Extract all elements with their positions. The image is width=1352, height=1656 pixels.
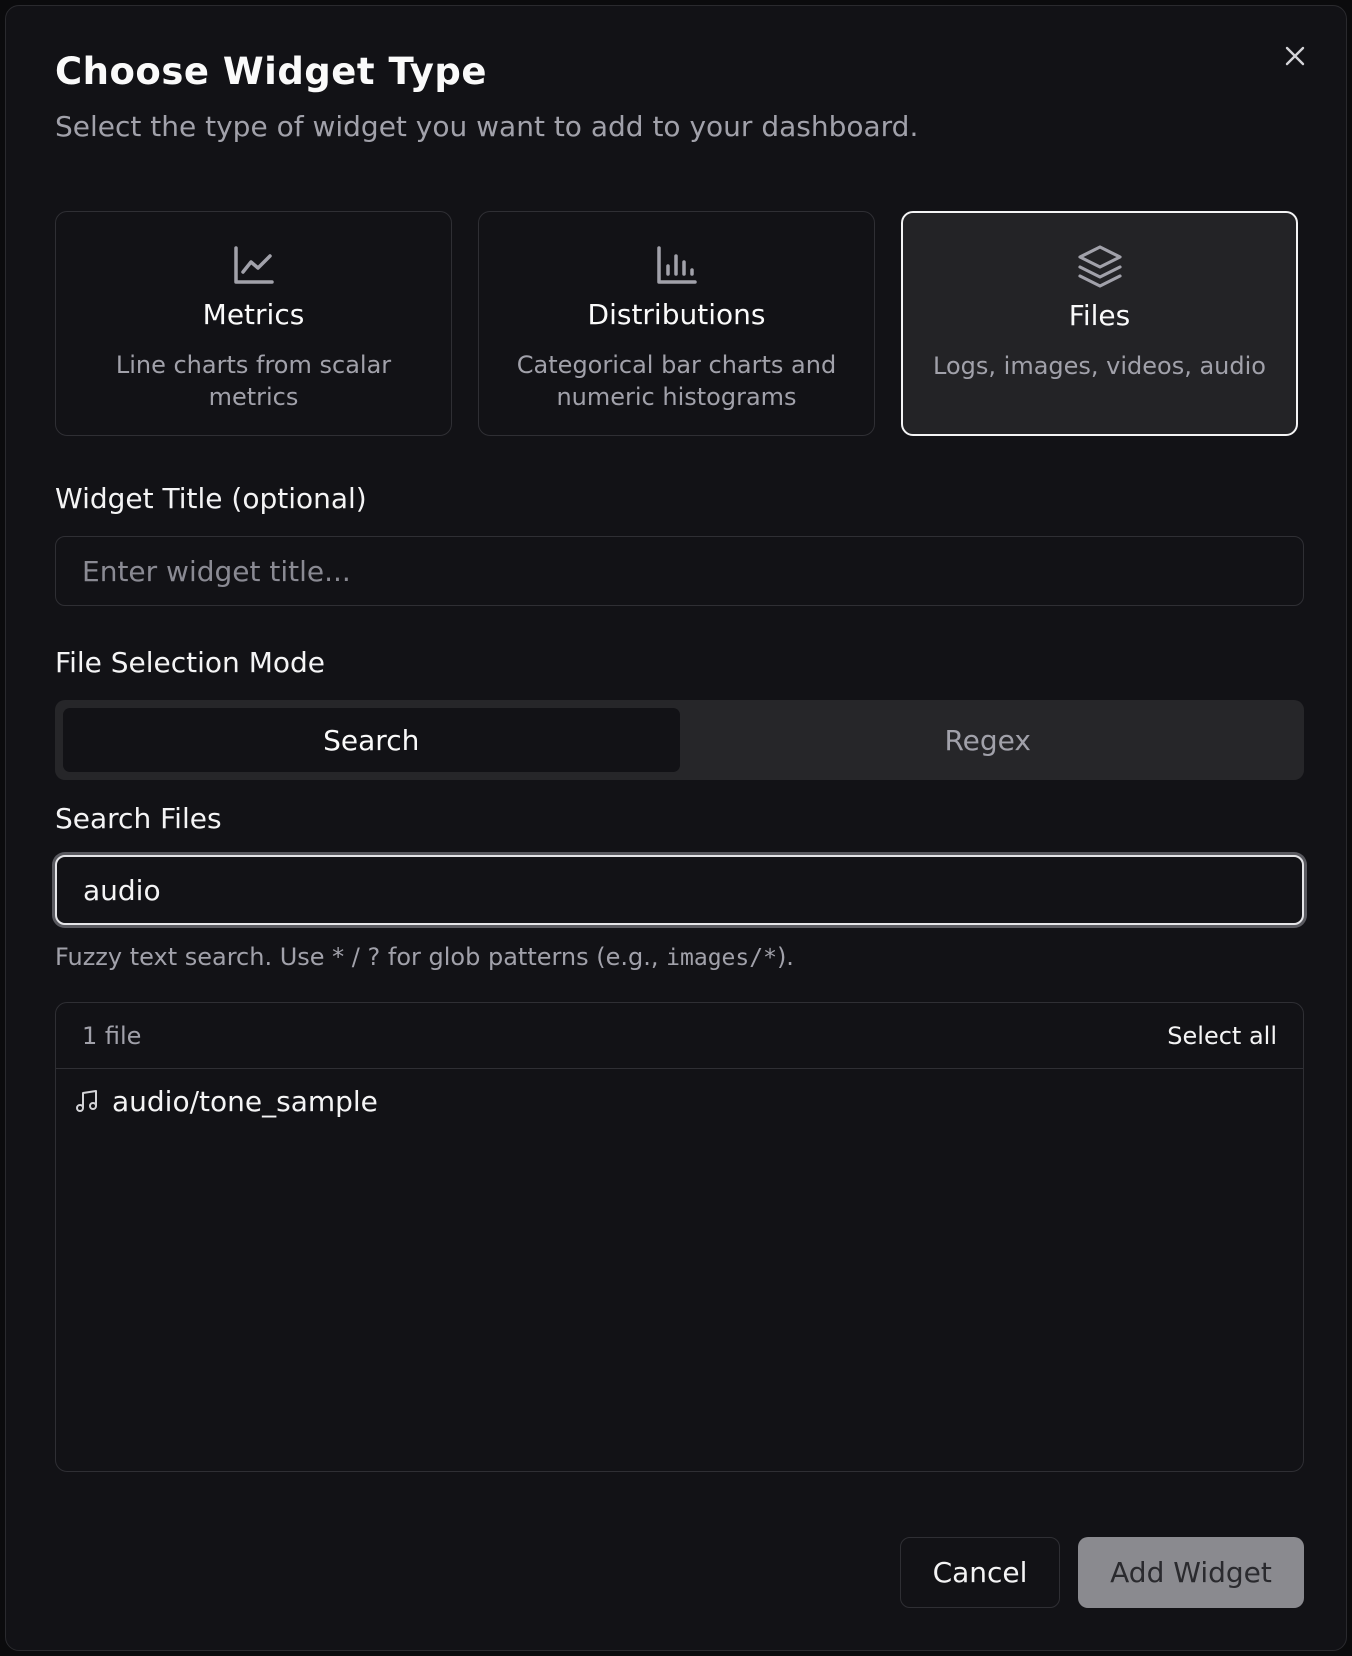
cancel-button[interactable]: Cancel bbox=[900, 1537, 1060, 1608]
layers-icon bbox=[1076, 243, 1124, 291]
file-list-header: 1 file Select all bbox=[56, 1003, 1303, 1069]
widget-type-title: Files bbox=[1068, 299, 1131, 332]
widget-type-description: Logs, images, videos, audio bbox=[933, 352, 1266, 380]
music-note-icon bbox=[76, 1090, 97, 1112]
file-selection-mode-toggle: Search Regex bbox=[55, 700, 1304, 780]
widget-type-title: Metrics bbox=[202, 298, 305, 331]
widget-type-title: Distributions bbox=[587, 298, 766, 331]
hint-text: Fuzzy text search. Use * / ? for glob pa… bbox=[55, 943, 667, 971]
hint-text-end: ). bbox=[776, 943, 794, 971]
widget-title-input[interactable] bbox=[55, 536, 1304, 606]
bar-chart-icon bbox=[655, 242, 699, 290]
dialog-subtitle: Select the type of widget you want to ad… bbox=[55, 110, 919, 143]
file-list-panel: 1 file Select all audio/tone_sample bbox=[55, 1002, 1304, 1472]
widget-type-description: Line charts from scalar metrics bbox=[115, 351, 392, 411]
dialog-title: Choose Widget Type bbox=[55, 50, 488, 93]
file-list-item[interactable]: audio/tone_sample bbox=[56, 1069, 1303, 1133]
widget-type-distributions[interactable]: Distributions Categorical bar charts and… bbox=[478, 211, 875, 436]
search-files-label: Search Files bbox=[55, 802, 222, 835]
file-selection-mode-label: File Selection Mode bbox=[55, 646, 325, 679]
line-chart-icon bbox=[232, 242, 276, 290]
choose-widget-dialog: Choose Widget Type Select the type of wi… bbox=[5, 5, 1347, 1651]
add-widget-button[interactable]: Add Widget bbox=[1078, 1537, 1304, 1608]
file-count: 1 file bbox=[82, 1021, 142, 1050]
widget-type-files[interactable]: Files Logs, images, videos, audio bbox=[901, 211, 1298, 436]
mode-search-tab[interactable]: Search bbox=[63, 708, 680, 772]
file-name: audio/tone_sample bbox=[112, 1084, 378, 1118]
widget-title-label: Widget Title (optional) bbox=[55, 482, 367, 515]
widget-type-description: Categorical bar charts and numeric histo… bbox=[516, 351, 837, 411]
select-all-button[interactable]: Select all bbox=[1167, 1022, 1277, 1050]
close-button[interactable] bbox=[1281, 42, 1309, 70]
close-icon bbox=[1285, 46, 1305, 66]
mode-regex-tab[interactable]: Regex bbox=[680, 708, 1297, 772]
widget-type-metrics[interactable]: Metrics Line charts from scalar metrics bbox=[55, 211, 452, 436]
hint-code: images/* bbox=[666, 945, 777, 971]
search-hint: Fuzzy text search. Use * / ? for glob pa… bbox=[55, 943, 794, 971]
search-files-input[interactable] bbox=[55, 855, 1304, 925]
